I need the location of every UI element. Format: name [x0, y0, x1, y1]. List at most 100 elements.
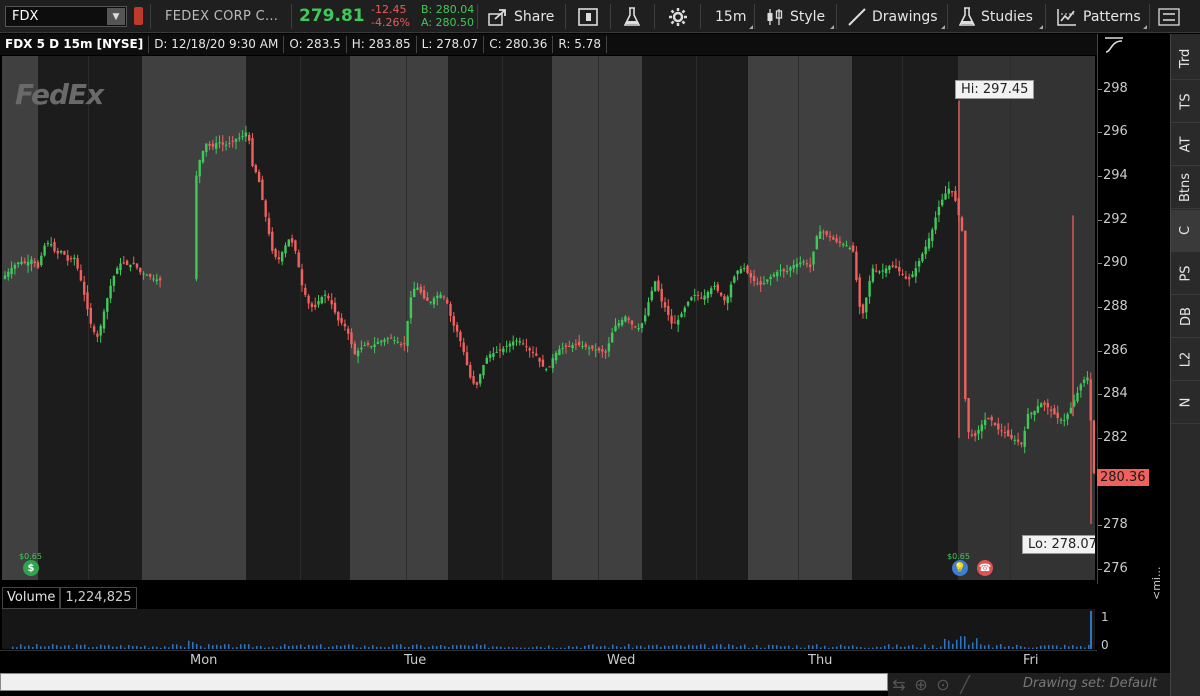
y-tick-mark — [1098, 263, 1102, 265]
side-tab-at[interactable]: AT — [1171, 124, 1200, 166]
side-tab-ts[interactable]: TS — [1171, 81, 1200, 123]
dividend-icon[interactable]: $ — [23, 560, 39, 576]
flexible-grid-button[interactable] — [578, 0, 600, 33]
volume-bar — [256, 646, 258, 649]
style-button[interactable]: Style — [766, 0, 825, 33]
candle-body — [56, 250, 59, 254]
studies-button[interactable]: Studies — [959, 0, 1033, 33]
side-tab-btns[interactable]: Btns — [1171, 167, 1200, 209]
candle-body — [238, 137, 241, 139]
candle-body — [680, 313, 683, 318]
volume-bar — [916, 647, 918, 649]
side-tab-l2[interactable]: L2 — [1171, 339, 1200, 381]
volume-value: 1,224,825 — [60, 587, 137, 609]
volume-bar — [120, 645, 122, 649]
dropdown-corner-icon — [830, 25, 834, 29]
volume-bar — [348, 644, 350, 649]
flask-icon — [959, 6, 975, 26]
patterns-button[interactable]: Patterns — [1057, 0, 1141, 33]
volume-bar — [684, 646, 686, 649]
candle-body — [261, 179, 264, 200]
y-tick-mark — [1098, 394, 1102, 396]
volume-bar — [44, 646, 46, 649]
alert-flag-icon[interactable] — [134, 7, 143, 25]
candlestick-series — [3, 100, 1095, 524]
volume-bar — [912, 644, 914, 649]
candle-body — [924, 246, 927, 255]
volume-bar — [960, 636, 962, 649]
draw-line-icon[interactable]: ╱ — [954, 675, 976, 694]
chart-menu-button[interactable] — [1158, 0, 1180, 33]
crosshair-icon[interactable]: ⊕ — [910, 675, 932, 694]
drawing-set-label[interactable]: Drawing set: Default — [1023, 676, 1157, 691]
side-tab-ps[interactable]: PS — [1171, 253, 1200, 295]
candle-body — [109, 285, 112, 299]
candle-body — [281, 252, 284, 262]
candle-body — [300, 269, 304, 286]
side-tab-c[interactable]: C — [1171, 210, 1200, 252]
volume-bar — [1068, 646, 1070, 649]
studies-lab-button[interactable] — [624, 0, 640, 33]
candle-body — [812, 251, 815, 265]
side-tab-trd[interactable]: Trd — [1171, 38, 1200, 80]
candle-body — [1069, 407, 1073, 414]
magnifier-icon[interactable]: ⊙ — [932, 675, 954, 694]
volume-bar — [352, 644, 354, 649]
time-axis[interactable]: Mon Tue Wed Thu Fri — [0, 650, 1097, 672]
candle-body — [983, 419, 987, 425]
chevron-down-icon[interactable]: ▼ — [107, 8, 125, 25]
candle-body — [86, 292, 89, 310]
expand-axis-icon[interactable] — [1103, 35, 1125, 55]
price-axis[interactable]: 276278280282284286288290292294296298 — [1097, 34, 1170, 584]
candle-body — [13, 264, 17, 269]
side-tab-n[interactable]: N — [1171, 382, 1200, 424]
candle-body — [538, 357, 541, 362]
volume-label[interactable]: Volume — [2, 587, 61, 609]
earnings-bulb-icon[interactable]: 💡 — [952, 560, 968, 576]
side-tab-label: C — [1178, 225, 1194, 236]
volume-bar — [176, 644, 178, 649]
candle-body — [399, 344, 403, 346]
symbol-input[interactable]: FDX — [6, 9, 107, 24]
candle-body — [614, 325, 617, 332]
candle-body — [627, 318, 630, 320]
drawings-button[interactable]: Drawings — [848, 0, 938, 33]
volume-bar — [408, 647, 410, 649]
candle-body — [597, 348, 601, 351]
volume-bar — [708, 647, 710, 649]
volume-bar — [720, 644, 722, 649]
volume-bar — [984, 645, 986, 649]
volume-bar — [296, 645, 298, 649]
symbol-selector[interactable]: FDX ▼ — [5, 6, 127, 27]
flask-icon — [624, 6, 640, 26]
settings-button[interactable] — [668, 0, 688, 33]
price-chart[interactable]: FedEx Hi: 297.45 Lo: 278.07 $0.65 $ $0.6… — [2, 56, 1095, 580]
volume-pane[interactable] — [2, 609, 1095, 649]
candle-body — [380, 340, 383, 343]
candle-body — [36, 262, 40, 268]
volume-bar — [992, 647, 994, 649]
volume-bar — [908, 645, 910, 649]
volume-bar — [80, 645, 82, 649]
zoom-out-icon[interactable]: ⇆ — [888, 675, 910, 694]
candle-body — [779, 270, 782, 272]
timeframe-button[interactable]: 15m — [715, 0, 746, 33]
volume-bar — [188, 640, 190, 649]
chart-title[interactable]: FDX 5 D 15m [NYSE] — [0, 36, 150, 53]
gear-icon — [669, 7, 687, 26]
volume-bar — [60, 646, 62, 649]
candle-body — [1046, 403, 1049, 408]
conference-call-icon[interactable]: ☎ — [977, 560, 993, 576]
side-tab-db[interactable]: DB — [1171, 296, 1200, 338]
volume-bar — [372, 645, 374, 649]
volume-bars — [12, 611, 1092, 649]
candle-body — [743, 268, 746, 270]
candle-body — [383, 339, 386, 342]
candle-body — [442, 296, 446, 298]
candle-body — [376, 342, 380, 344]
share-button[interactable]: Share — [488, 0, 554, 33]
x-tick-wed: Wed — [607, 653, 636, 668]
candle-body — [706, 291, 710, 299]
time-scrollbar[interactable] — [0, 673, 888, 691]
volume-bar — [724, 647, 726, 649]
